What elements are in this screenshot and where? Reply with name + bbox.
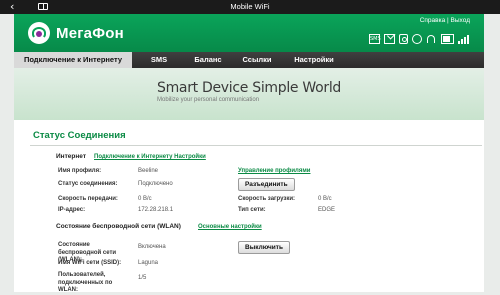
upload-speed-label: Скорость передачи: [58,196,118,202]
main-nav: Подключение к Интернету SMS Баланс Ссылк… [14,52,484,68]
signal-icon [458,34,472,44]
ip-address-value: 172.28.218.1 [138,207,174,213]
download-speed-value: 0 B/c [318,196,332,202]
sms-icon[interactable]: SMS [369,34,381,44]
wlan-state-value: Включена [138,244,166,250]
globe-icon[interactable] [412,34,422,44]
internet-heading: Интернет [56,153,87,160]
ssid-label: Имя WiFi сети (SSID): [58,260,122,266]
disconnect-button[interactable]: Разъединить [238,178,295,191]
banner-slogan: Smart Device Simple World [157,80,342,96]
ip-address-label: IP-адрес: [58,207,86,213]
wlan-heading: Состояние беспроводной сети (WLAN) [56,223,181,230]
brand-name: МегаФон [56,25,124,42]
divider [30,145,482,146]
upload-speed-value: 0 B/c [138,196,152,202]
app-titlebar: ‹ Mobile WiFi [0,0,500,14]
wifi-icon[interactable] [426,34,437,44]
wlan-users-label: Пользователей, подключенных по WLAN: [58,272,113,293]
download-speed-label: Скорость загрузки: [238,196,296,202]
site-header: МегаФон Справка | Выход SMS [14,14,484,52]
help-link[interactable]: Справка [420,17,446,24]
ssid-value: Laguna [138,260,159,266]
profile-label: Имя профиля: [58,168,102,174]
mail-icon[interactable] [384,34,395,44]
tab-sms[interactable]: SMS [144,52,174,68]
instagram-icon[interactable] [399,34,408,44]
profile-value: Beeline [138,168,159,174]
internet-settings-link[interactable]: Подключение к Интернету Настройки [94,154,206,160]
manage-profiles-link[interactable]: Управление профилями [238,168,310,174]
wlan-off-button[interactable]: Выключить [238,241,290,254]
battery-icon [441,34,454,44]
megafon-logo-icon [28,22,50,44]
wlan-settings-link[interactable]: Основные настройки [198,224,262,230]
network-type-label: Тип сети: [238,207,266,213]
page-title: Статус Соединения [33,130,126,141]
connection-status-label: Статус соединения: [58,181,118,187]
promo-banner: Smart Device Simple World Mobilize your … [14,68,484,120]
tab-balance[interactable]: Баланс [190,52,226,68]
tab-settings[interactable]: Настройки [290,52,338,68]
network-type-value: EDGE [318,207,336,213]
tab-internet-connection[interactable]: Подключение к Интернету [14,52,132,68]
logout-link[interactable]: Выход [451,17,470,24]
app-title: Mobile WiFi [230,2,270,11]
connection-status-value: Подключено [138,181,173,187]
tab-links[interactable]: Ссылки [238,52,276,68]
links-separator: | [447,17,449,24]
wlan-users-value: 1/5 [138,275,147,281]
banner-subtitle: Mobilize your personal communication [157,97,260,103]
header-links: Справка | Выход [420,17,470,24]
status-panel: Статус Соединения Интернет Подключение к… [14,120,484,293]
status-icons: SMS [369,33,472,45]
